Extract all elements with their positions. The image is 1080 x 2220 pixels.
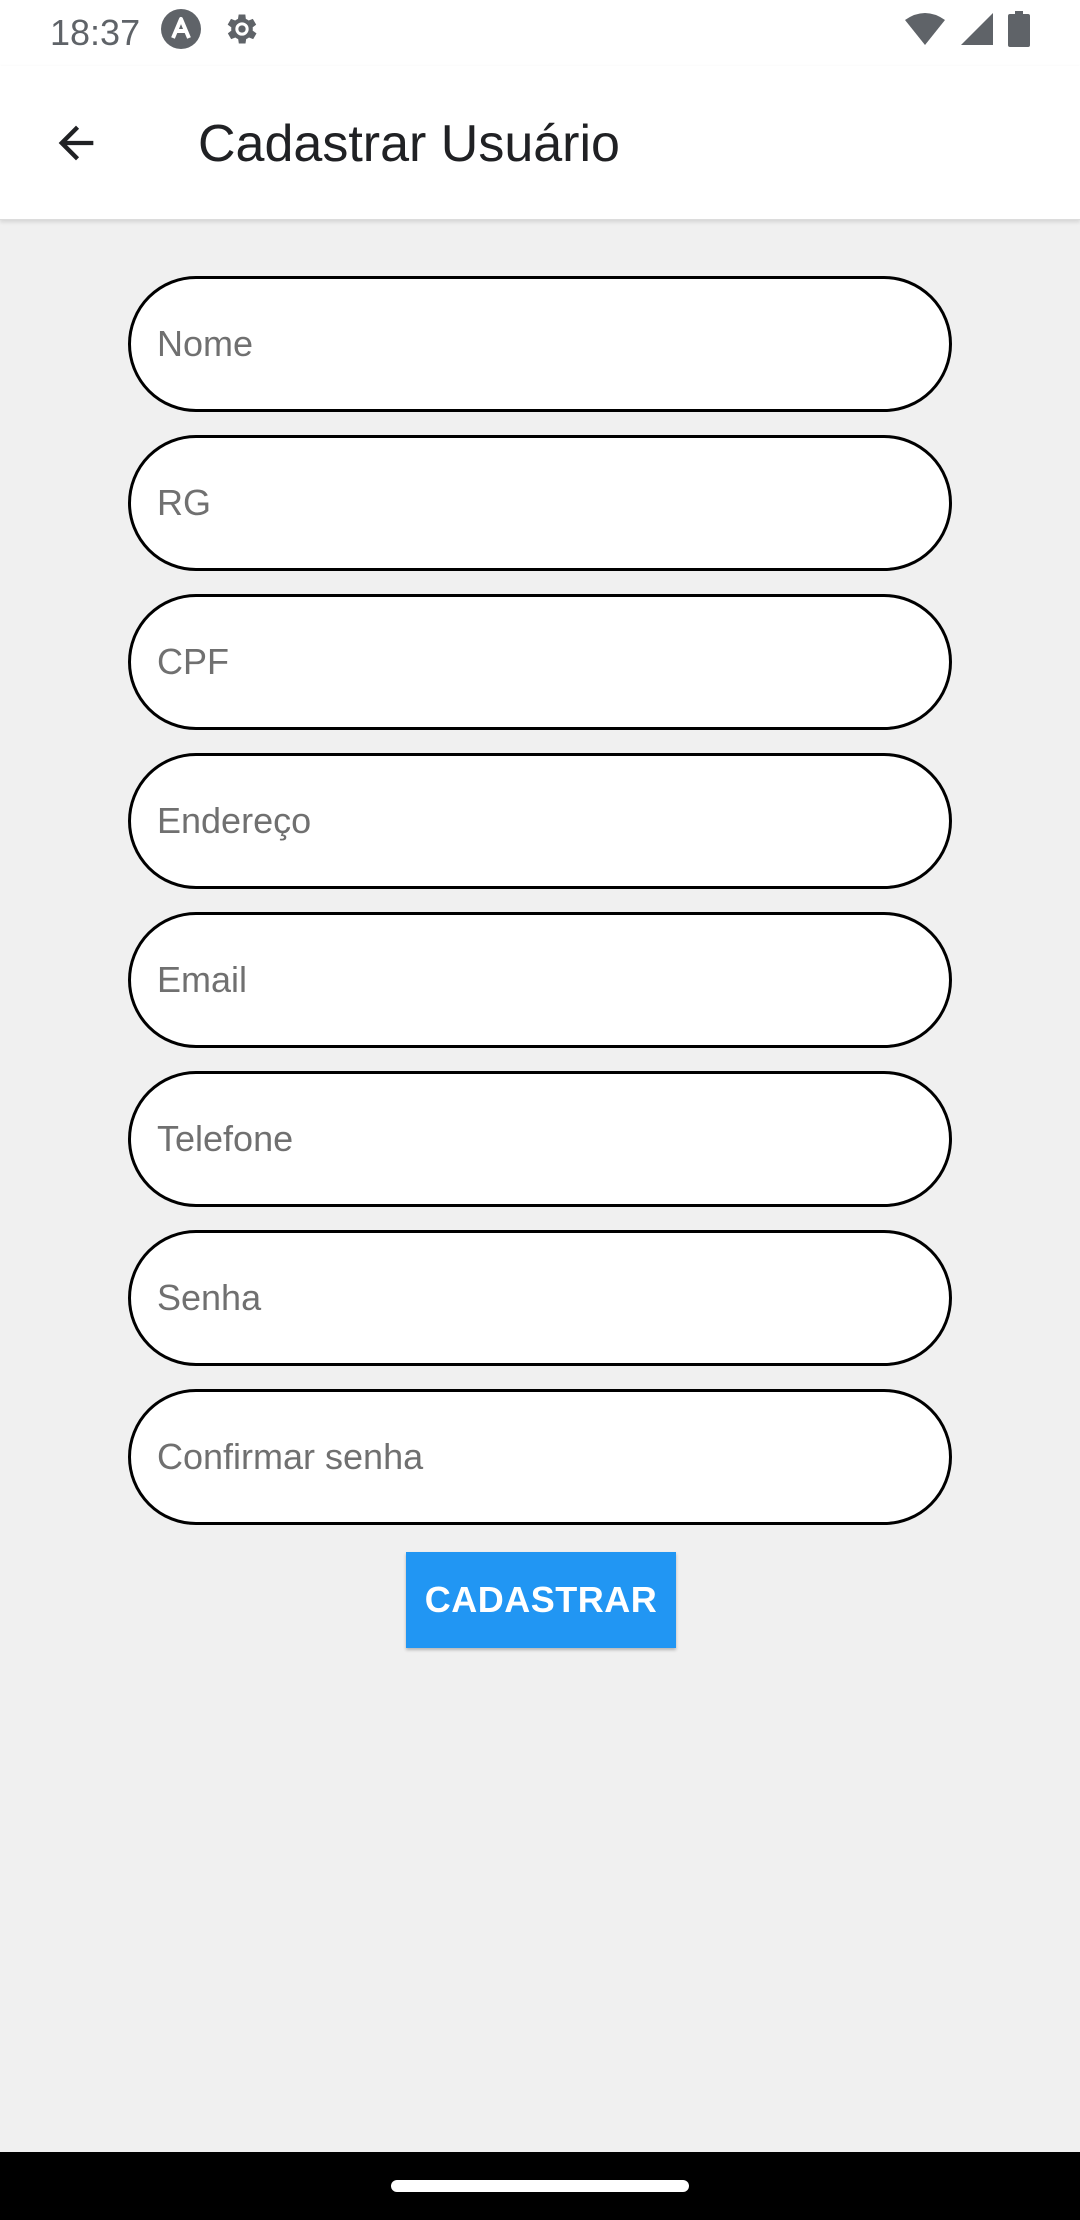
status-bar: 18:37 — [0, 0, 1080, 66]
email-field[interactable] — [128, 912, 952, 1048]
telefone-input[interactable] — [157, 1118, 923, 1160]
wifi-icon — [904, 12, 946, 55]
nome-input[interactable] — [157, 323, 923, 365]
android-a-icon — [160, 8, 202, 59]
home-gesture-handle[interactable] — [391, 2180, 689, 2192]
endereco-field[interactable] — [128, 753, 952, 889]
back-button[interactable] — [40, 109, 112, 181]
cpf-field[interactable] — [128, 594, 952, 730]
gear-icon — [222, 9, 262, 58]
status-time: 18:37 — [50, 12, 141, 53]
app-bar: Cadastrar Usuário — [0, 66, 1080, 220]
status-left: 18:37 — [50, 8, 262, 59]
navigation-bar — [0, 2152, 1080, 2220]
battery-icon — [1008, 10, 1030, 56]
signal-icon — [960, 12, 994, 55]
senha-field[interactable] — [128, 1230, 952, 1366]
confirmar-senha-field[interactable] — [128, 1389, 952, 1525]
rg-input[interactable] — [157, 482, 923, 524]
cpf-input[interactable] — [157, 641, 923, 683]
page-title: Cadastrar Usuário — [198, 115, 620, 173]
nome-field[interactable] — [128, 276, 952, 412]
status-right — [904, 10, 1030, 56]
endereco-input[interactable] — [157, 800, 923, 842]
senha-input[interactable] — [157, 1277, 923, 1319]
cadastrar-button[interactable]: CADASTRAR — [406, 1552, 676, 1648]
email-input[interactable] — [157, 959, 923, 1001]
register-form — [128, 276, 952, 1548]
telefone-field[interactable] — [128, 1071, 952, 1207]
rg-field[interactable] — [128, 435, 952, 571]
confirmar-senha-input[interactable] — [157, 1436, 923, 1478]
arrow-back-icon — [50, 117, 102, 174]
